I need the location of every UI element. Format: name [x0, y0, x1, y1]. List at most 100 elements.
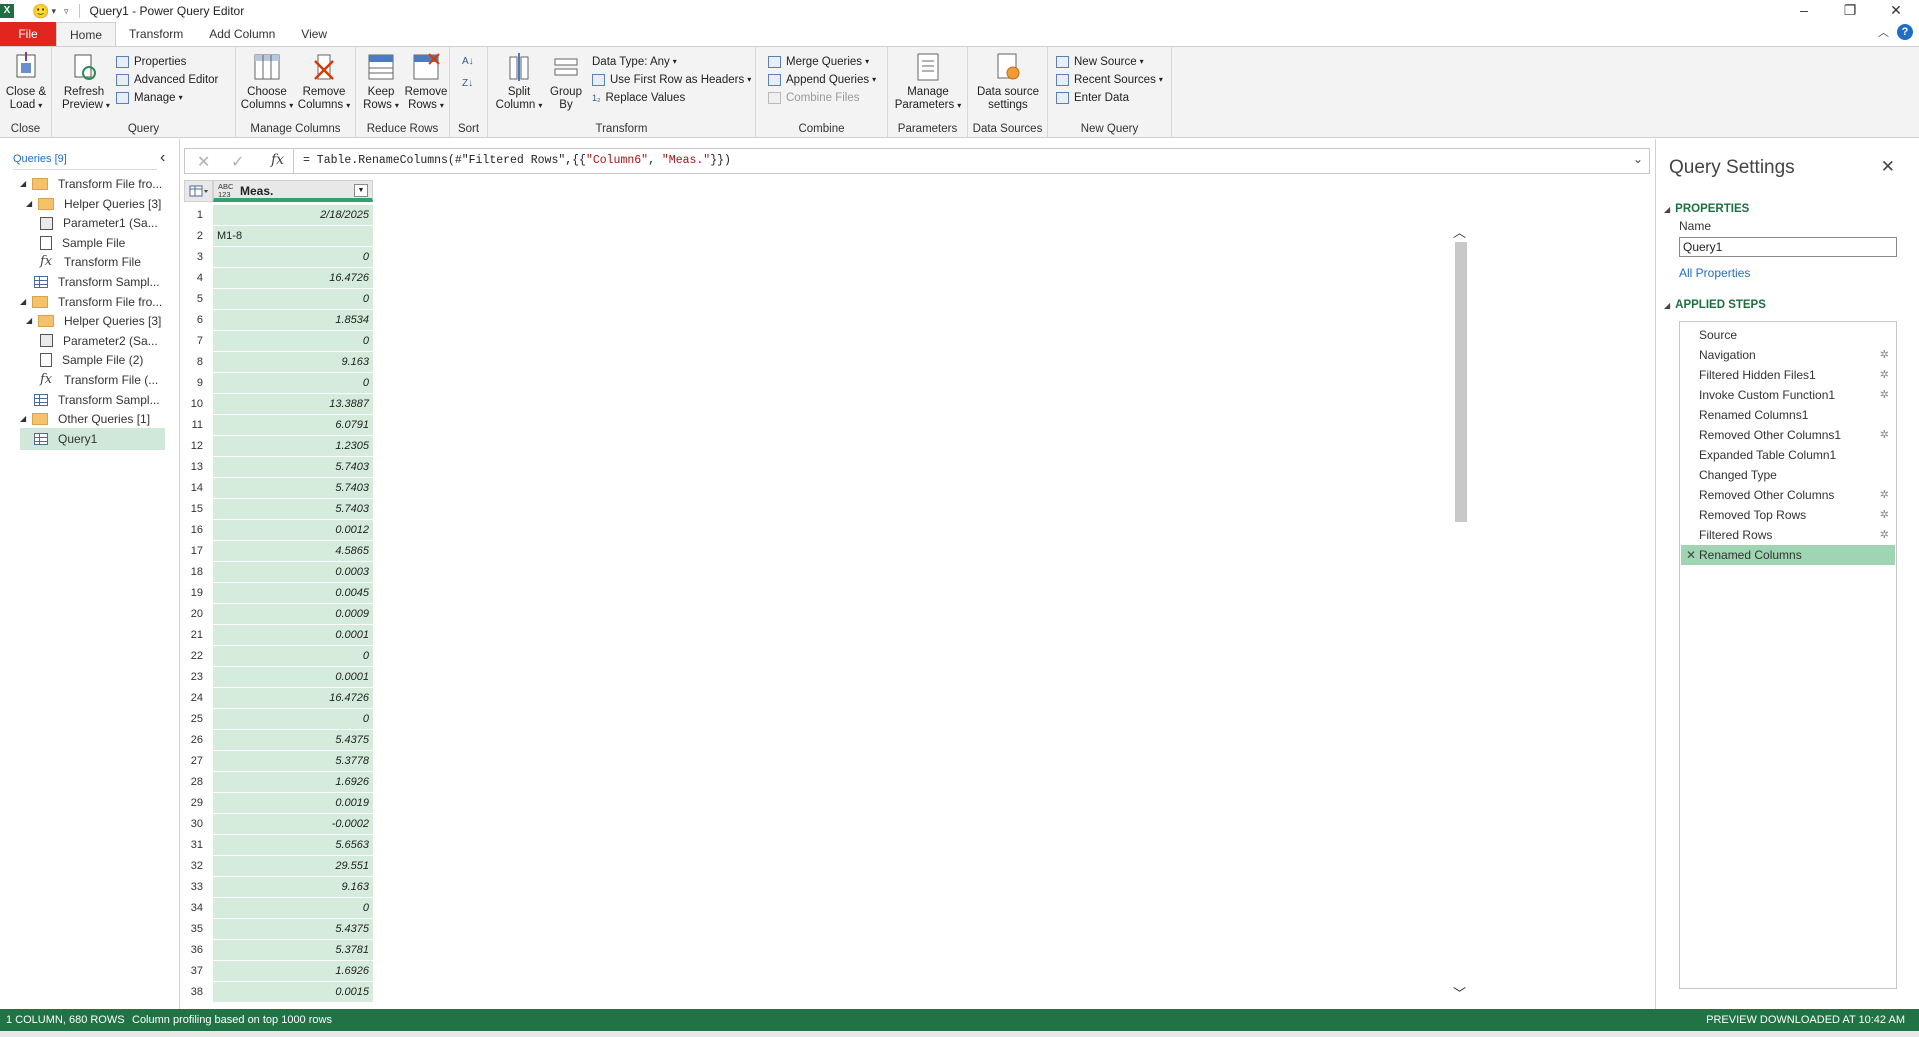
smiley-feedback-icon[interactable]: 🙂	[32, 3, 49, 20]
sort-ascending-button[interactable]: A↓	[462, 53, 474, 71]
table-cell[interactable]: 5.4375	[213, 919, 373, 940]
applied-step[interactable]: Filtered Hidden Files1 ✲	[1681, 365, 1895, 385]
row-number[interactable]: 34	[184, 898, 213, 919]
combine-files-button[interactable]: Combine Files	[768, 89, 860, 107]
row-number[interactable]: 29	[184, 793, 213, 814]
row-number[interactable]: 35	[184, 919, 213, 940]
tab-home[interactable]: Home	[56, 22, 117, 46]
row-number[interactable]: 14	[184, 478, 213, 499]
tab-add-column[interactable]: Add Column	[196, 22, 288, 46]
gear-icon[interactable]: ✲	[1880, 385, 1889, 405]
table-cell[interactable]: 0	[213, 646, 373, 667]
commit-formula-icon[interactable]: ✓	[231, 152, 244, 172]
close-window-button[interactable]: ✕	[1873, 0, 1919, 22]
choose-columns-button[interactable]: Choose Columns ▾	[240, 51, 294, 112]
formula-input[interactable]: = Table.RenameColumns(#"Filtered Rows",{…	[303, 154, 731, 167]
refresh-preview-button[interactable]: Refresh Preview ▾	[62, 51, 110, 112]
query-name-field[interactable]: Query1	[1679, 237, 1897, 257]
column-type-icon[interactable]: ABC 123	[218, 183, 233, 199]
status-profiling[interactable]: Column profiling based on top 1000 rows	[132, 1009, 332, 1031]
row-number[interactable]: 21	[184, 625, 213, 646]
row-number[interactable]: 5	[184, 289, 213, 310]
queries-header[interactable]: Queries [9]	[13, 153, 157, 170]
applied-step[interactable]: Filtered Rows ✲	[1681, 525, 1895, 545]
table-cell[interactable]: 0	[213, 709, 373, 730]
append-queries-button[interactable]: Append Queries ▾	[768, 71, 876, 89]
close-and-load-button[interactable]: Close & Load ▾	[4, 51, 48, 112]
applied-step[interactable]: Removed Other Columns1 ✲	[1681, 425, 1895, 445]
gear-icon[interactable]: ✲	[1880, 505, 1889, 525]
table-cell[interactable]: 5.3778	[213, 751, 373, 772]
table-cell[interactable]: 1.2305	[213, 436, 373, 457]
table-cell[interactable]: 0.0015	[213, 982, 373, 1003]
row-number[interactable]: 3	[184, 247, 213, 268]
close-settings-icon[interactable]: ✕	[1881, 157, 1895, 177]
applied-step[interactable]: Navigation ✲	[1681, 345, 1895, 365]
merge-queries-button[interactable]: Merge Queries ▾	[768, 53, 869, 71]
enter-data-button[interactable]: Enter Data	[1056, 89, 1129, 107]
scroll-thumb[interactable]	[1455, 242, 1467, 522]
row-number[interactable]: 8	[184, 352, 213, 373]
recent-sources-button[interactable]: Recent Sources ▾	[1056, 71, 1163, 89]
remove-rows-button[interactable]: Remove Rows ▾	[404, 51, 448, 112]
vertical-scrollbar[interactable]: ︿ ﹀	[1453, 222, 1467, 1002]
row-number[interactable]: 19	[184, 583, 213, 604]
applied-step[interactable]: Invoke Custom Function1 ✲	[1681, 385, 1895, 405]
table-cell[interactable]: 6.0791	[213, 415, 373, 436]
table-cell[interactable]: 16.4726	[213, 268, 373, 289]
row-number[interactable]: 38	[184, 982, 213, 1003]
keep-rows-button[interactable]: Keep Rows ▾	[360, 51, 402, 112]
row-number[interactable]: 23	[184, 667, 213, 688]
row-number[interactable]: 7	[184, 331, 213, 352]
scroll-up-icon[interactable]: ︿	[1453, 222, 1466, 241]
restore-button[interactable]: ❐	[1827, 0, 1873, 22]
row-number[interactable]: 10	[184, 394, 213, 415]
remove-columns-button[interactable]: Remove Columns ▾	[296, 51, 352, 112]
cancel-formula-icon[interactable]: ✕	[197, 152, 210, 172]
expand-triangle-icon[interactable]: ◢	[26, 310, 38, 332]
table-cell[interactable]: 1.8534	[213, 310, 373, 331]
new-source-button[interactable]: New Source ▾	[1056, 53, 1144, 71]
table-cell[interactable]: 29.551	[213, 856, 373, 877]
table-cell[interactable]: 0.0019	[213, 793, 373, 814]
row-number[interactable]: 12	[184, 436, 213, 457]
data-source-settings-button[interactable]: Data source settings	[972, 51, 1044, 112]
table-cell[interactable]: 2/18/2025	[213, 205, 373, 226]
use-first-row-as-headers-button[interactable]: Use First Row as Headers ▾	[592, 71, 751, 89]
minimize-button[interactable]: –	[1781, 0, 1827, 22]
row-number[interactable]: 16	[184, 520, 213, 541]
row-number[interactable]: 27	[184, 751, 213, 772]
table-cell[interactable]: 0.0045	[213, 583, 373, 604]
gear-icon[interactable]: ✲	[1880, 525, 1889, 545]
row-number[interactable]: 28	[184, 772, 213, 793]
applied-step[interactable]: Expanded Table Column1	[1681, 445, 1895, 465]
tab-transform[interactable]: Transform	[116, 22, 196, 46]
quick-access-customize-icon[interactable]: ▿	[64, 6, 69, 17]
table-cell[interactable]: 5.6563	[213, 835, 373, 856]
collapse-ribbon-icon[interactable]: ︿	[1878, 24, 1889, 40]
applied-step[interactable]: Removed Top Rows ✲	[1681, 505, 1895, 525]
delete-step-icon[interactable]: ✕	[1686, 545, 1696, 565]
manage-button[interactable]: Manage ▾	[116, 89, 183, 107]
row-number[interactable]: 6	[184, 310, 213, 331]
gear-icon[interactable]: ✲	[1880, 485, 1889, 505]
filter-dropdown-icon[interactable]: ▼	[354, 184, 368, 197]
chevron-down-icon[interactable]: ▾	[51, 6, 56, 17]
applied-step[interactable]: Source	[1681, 325, 1895, 345]
table-cell[interactable]: 5.4375	[213, 730, 373, 751]
table-cell[interactable]: 13.3887	[213, 394, 373, 415]
expand-triangle-icon[interactable]: ◢	[26, 193, 38, 215]
row-number[interactable]: 26	[184, 730, 213, 751]
row-number[interactable]: 4	[184, 268, 213, 289]
applied-step[interactable]: Changed Type	[1681, 465, 1895, 485]
table-cell[interactable]: 0.0009	[213, 604, 373, 625]
row-number[interactable]: 1	[184, 205, 213, 226]
expand-formula-icon[interactable]: ⌄	[1633, 152, 1643, 166]
row-number[interactable]: 37	[184, 961, 213, 982]
split-column-button[interactable]: Split Column ▾	[494, 51, 544, 112]
properties-button[interactable]: Properties	[116, 53, 186, 71]
row-number[interactable]: 15	[184, 499, 213, 520]
table-cell[interactable]: 5.7403	[213, 478, 373, 499]
table-cell[interactable]: 0	[213, 373, 373, 394]
table-cell[interactable]: 0.0012	[213, 520, 373, 541]
